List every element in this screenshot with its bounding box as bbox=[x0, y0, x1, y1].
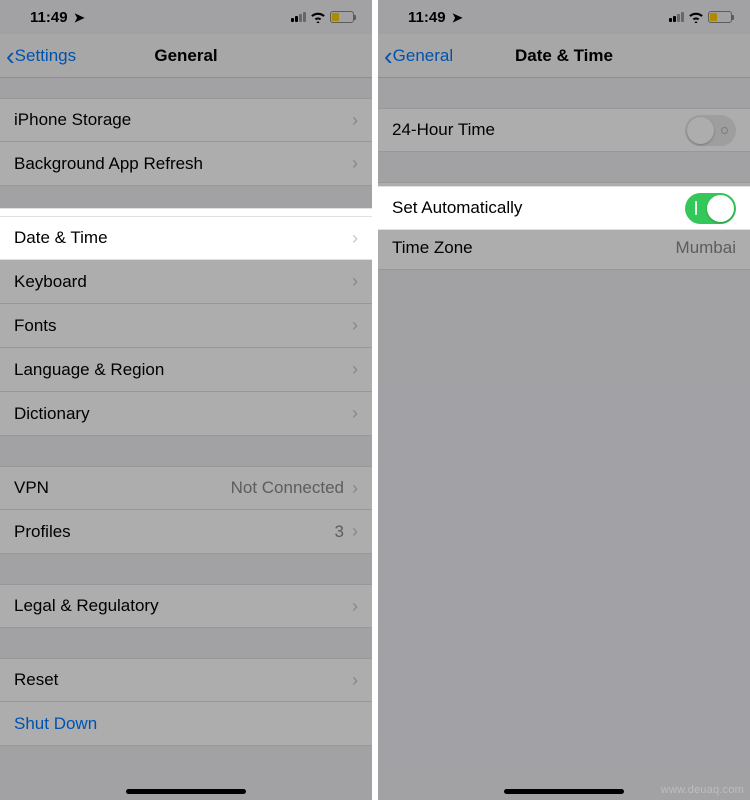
row-reset[interactable]: Reset › bbox=[0, 658, 372, 702]
row-label: Fonts bbox=[14, 316, 352, 336]
status-time: 11:49 ➤ bbox=[30, 9, 85, 26]
row-label: Language & Region bbox=[14, 360, 352, 380]
location-icon: ➤ bbox=[74, 10, 85, 25]
row-label: Legal & Regulatory bbox=[14, 596, 352, 616]
chevron-right-icon: › bbox=[352, 478, 358, 499]
row-label: Dictionary bbox=[14, 404, 352, 424]
row-shut-down[interactable]: Shut Down bbox=[0, 702, 372, 746]
wifi-icon bbox=[688, 11, 704, 23]
left-screenshot: 11:49 ➤ ‹ Settings General iPhone Storag… bbox=[0, 0, 372, 800]
chevron-right-icon: › bbox=[352, 521, 358, 542]
battery-icon bbox=[330, 11, 354, 23]
row-label: Keyboard bbox=[14, 272, 352, 292]
nav-bar: ‹ General Date & Time bbox=[378, 34, 750, 78]
row-iphone-storage[interactable]: iPhone Storage › bbox=[0, 98, 372, 142]
toggle-set-automatically[interactable] bbox=[685, 193, 736, 224]
row-legal[interactable]: Legal & Regulatory › bbox=[0, 584, 372, 628]
chevron-right-icon: › bbox=[352, 110, 358, 131]
home-indicator bbox=[126, 789, 246, 794]
row-label: 24-Hour Time bbox=[392, 120, 685, 140]
row-label: Time Zone bbox=[392, 238, 676, 258]
row-value: Not Connected bbox=[231, 478, 344, 498]
row-label: Set Automatically bbox=[392, 198, 685, 218]
watermark: www.deuaq.com bbox=[661, 784, 744, 796]
row-label: VPN bbox=[14, 478, 231, 498]
row-label: Profiles bbox=[14, 522, 335, 542]
chevron-right-icon: › bbox=[352, 359, 358, 380]
cellular-icon bbox=[291, 12, 306, 22]
row-dictionary[interactable]: Dictionary › bbox=[0, 392, 372, 436]
status-bar: 11:49 ➤ bbox=[378, 0, 750, 34]
row-label: Shut Down bbox=[14, 714, 358, 734]
row-vpn[interactable]: VPN Not Connected › bbox=[0, 466, 372, 510]
row-set-automatically-highlight[interactable]: Set Automatically bbox=[378, 186, 750, 230]
right-screenshot: 11:49 ➤ ‹ General Date & Time 24-Hour Ti… bbox=[378, 0, 750, 800]
row-label: Background App Refresh bbox=[14, 154, 352, 174]
location-icon: ➤ bbox=[452, 10, 463, 25]
chevron-right-icon: › bbox=[352, 228, 358, 249]
row-background-app-refresh[interactable]: Background App Refresh › bbox=[0, 142, 372, 186]
status-right bbox=[669, 11, 732, 23]
status-right bbox=[291, 11, 354, 23]
row-time-zone[interactable]: Time Zone Mumbai bbox=[378, 226, 750, 270]
row-date-time[interactable]: Date & Time › bbox=[0, 216, 372, 260]
wifi-icon bbox=[310, 11, 326, 23]
row-label: Reset bbox=[14, 670, 352, 690]
row-profiles[interactable]: Profiles 3 › bbox=[0, 510, 372, 554]
chevron-right-icon: › bbox=[352, 315, 358, 336]
chevron-right-icon: › bbox=[352, 670, 358, 691]
chevron-right-icon: › bbox=[352, 596, 358, 617]
nav-title: Date & Time bbox=[378, 46, 750, 66]
chevron-right-icon: › bbox=[352, 403, 358, 424]
home-indicator bbox=[504, 789, 624, 794]
row-keyboard[interactable]: Keyboard › bbox=[0, 260, 372, 304]
settings-list: iPhone Storage › Background App Refresh … bbox=[0, 78, 372, 776]
cellular-icon bbox=[669, 12, 684, 22]
chevron-right-icon: › bbox=[352, 271, 358, 292]
chevron-right-icon: › bbox=[352, 153, 358, 174]
row-label: iPhone Storage bbox=[14, 110, 352, 130]
datetime-list: 24-Hour Time Set Automatically Time Zone… bbox=[378, 78, 750, 270]
row-24-hour-time[interactable]: 24-Hour Time bbox=[378, 108, 750, 152]
nav-title: General bbox=[0, 46, 372, 66]
status-time: 11:49 ➤ bbox=[408, 9, 463, 26]
row-fonts[interactable]: Fonts › bbox=[0, 304, 372, 348]
clock-text: 11:49 bbox=[408, 9, 446, 26]
toggle-24-hour[interactable] bbox=[685, 115, 736, 146]
battery-icon bbox=[708, 11, 732, 23]
row-label: Date & Time bbox=[14, 228, 352, 248]
status-bar: 11:49 ➤ bbox=[0, 0, 372, 34]
nav-bar: ‹ Settings General bbox=[0, 34, 372, 78]
row-language-region[interactable]: Language & Region › bbox=[0, 348, 372, 392]
clock-text: 11:49 bbox=[30, 9, 68, 26]
row-value: Mumbai bbox=[676, 238, 736, 258]
row-value: 3 bbox=[335, 522, 344, 542]
